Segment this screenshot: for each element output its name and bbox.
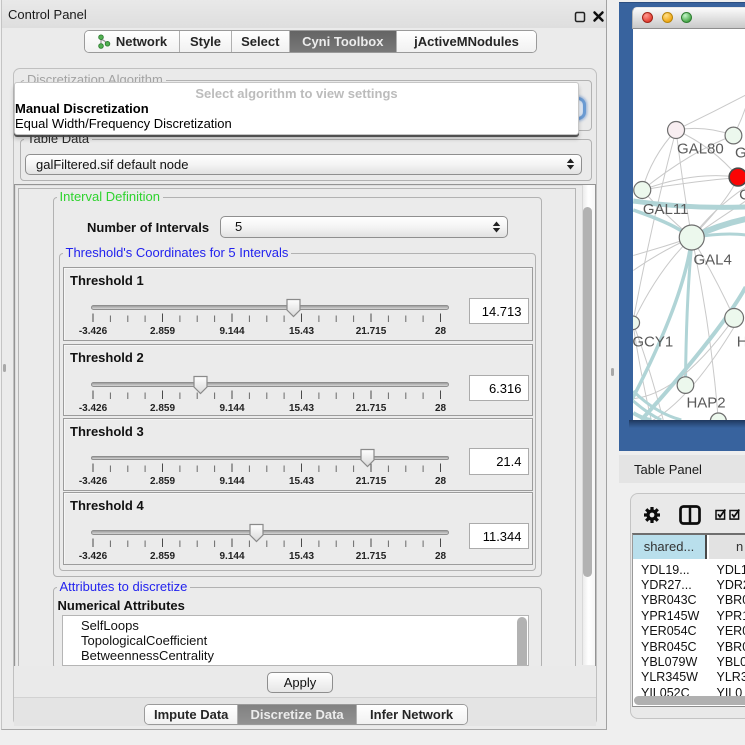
svg-text:HAP2: HAP2 <box>686 395 725 412</box>
svg-text:GAL11: GAL11 <box>642 201 688 218</box>
svg-text:GCY1: GCY1 <box>633 334 673 351</box>
svg-text:GAL4: GAL4 <box>693 252 731 269</box>
svg-text:H: H <box>736 334 745 351</box>
svg-text:GAL1: GAL1 <box>735 145 745 162</box>
svg-text:GAL80: GAL80 <box>677 141 724 158</box>
svg-text:CY: CY <box>739 187 745 204</box>
